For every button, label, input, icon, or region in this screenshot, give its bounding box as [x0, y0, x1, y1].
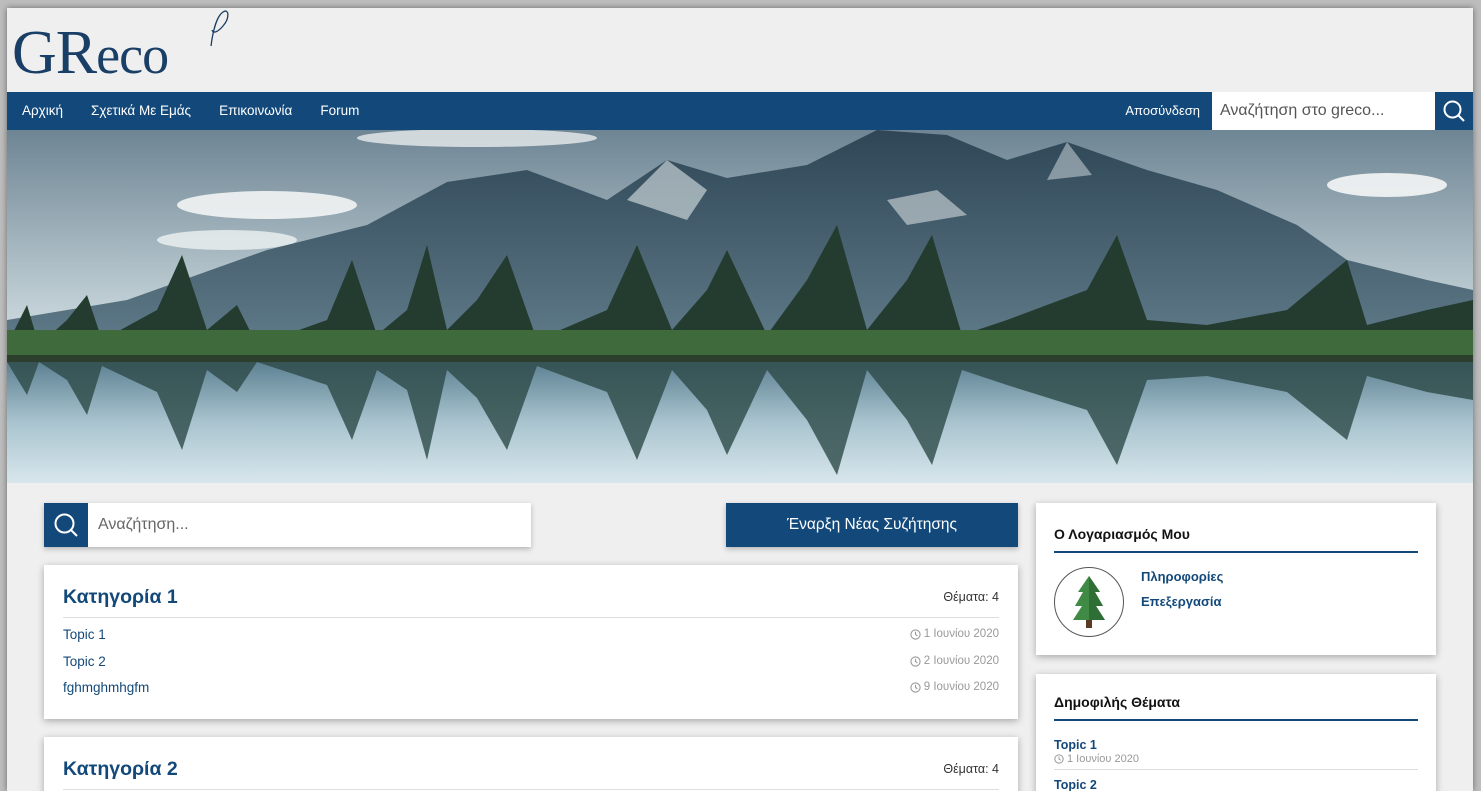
account-card: Ο Λογαριασμός Μου Πληροφορίες Επεξεργασί… — [1036, 503, 1436, 655]
nav-item-forum[interactable]: Forum — [305, 92, 372, 130]
category-card: Κατηγορία 1 Θέματα: 4 Topic 1 1 Ιουνίου … — [44, 565, 1018, 719]
account-info-link[interactable]: Πληροφορίες — [1141, 569, 1223, 584]
topic-row: Topic 1 1 Ιουνίου 2020 — [63, 623, 999, 647]
avatar[interactable] — [1054, 567, 1124, 637]
nav-right: Αποσύνδεση Αναζήτηση στο greco... — [1125, 92, 1473, 130]
clock-icon — [1054, 754, 1064, 764]
logout-link[interactable]: Αποσύνδεση — [1125, 92, 1212, 130]
topic-date: 1 Ιουνίου 2020 — [910, 628, 999, 640]
search-icon — [54, 513, 78, 537]
popular-topic-item: Topic 1 1 Ιουνίου 2020 — [1054, 738, 1418, 770]
popular-topic-title[interactable]: Topic 1 — [1054, 738, 1418, 752]
new-topic-button[interactable]: Έναρξη Νέας Συζήτησης — [726, 503, 1018, 547]
topic-date-text: 9 Ιουνίου 2020 — [923, 681, 999, 693]
topic-date: 2 Ιουνίου 2020 — [910, 655, 999, 667]
topic-title[interactable]: Topic 2 — [63, 654, 106, 669]
popular-topic-item: Topic 2 — [1054, 778, 1097, 791]
topic-date-text: 1 Ιουνίου 2020 — [923, 628, 999, 640]
browser-frame: GReco Αρχική Σχετικά Με Εμάς Επικοινωνία… — [7, 8, 1473, 791]
popular-topic-title[interactable]: Topic 2 — [1054, 778, 1097, 791]
top-search-button[interactable] — [1435, 92, 1473, 130]
site-logo[interactable]: GReco — [12, 14, 169, 92]
topic-row: fghmghmhgfm 9 Ιουνίου 2020 — [63, 676, 999, 700]
category-card: Κατηγορία 2 Θέματα: 4 — [44, 737, 1018, 791]
top-search-placeholder: Αναζήτηση στο greco... — [1220, 102, 1385, 119]
forum-search-box[interactable]: Αναζήτηση... — [44, 503, 531, 547]
topic-title[interactable]: fghmghmhgfm — [63, 680, 149, 695]
clock-icon — [910, 655, 921, 667]
main-navbar: Αρχική Σχετικά Με Εμάς Επικοινωνία Forum… — [7, 92, 1473, 130]
mountain-lake-image — [7, 130, 1473, 483]
logo-text-big: GR — [12, 19, 97, 87]
hero-banner-image — [7, 130, 1473, 483]
top-search-input[interactable]: Αναζήτηση στο greco... — [1212, 92, 1435, 130]
forum-search-button[interactable] — [44, 503, 88, 547]
topic-title[interactable]: Topic 1 — [63, 627, 106, 642]
popular-topic-date-text: 1 Ιουνίου 2020 — [1067, 753, 1139, 765]
account-edit-link[interactable]: Επεξεργασία — [1141, 594, 1222, 609]
category-header: Κατηγορία 2 Θέματα: 4 — [63, 754, 999, 790]
popular-topics-card: Δημοφιλής Θέματα Topic 1 1 Ιουνίου 2020 … — [1036, 674, 1436, 791]
popular-topic-date: 1 Ιουνίου 2020 — [1054, 753, 1418, 765]
search-icon — [1443, 100, 1465, 122]
forum-search-placeholder: Αναζήτηση... — [98, 516, 189, 533]
topic-row: Topic 2 2 Ιουνίου 2020 — [63, 650, 999, 674]
category-title[interactable]: Κατηγορία 1 — [63, 586, 178, 609]
pine-tree-icon — [1073, 576, 1105, 628]
category-title[interactable]: Κατηγορία 2 — [63, 758, 178, 781]
topic-date-text: 2 Ιουνίου 2020 — [923, 655, 999, 667]
clock-icon — [910, 628, 921, 640]
category-topic-count: Θέματα: 4 — [943, 762, 999, 776]
category-header: Κατηγορία 1 Θέματα: 4 — [63, 582, 999, 618]
clock-icon — [910, 681, 921, 693]
category-topic-count: Θέματα: 4 — [943, 590, 999, 604]
logo-swash-icon — [210, 10, 229, 47]
topic-date: 9 Ιουνίου 2020 — [910, 681, 999, 693]
nav-item-contact[interactable]: Επικοινωνία — [204, 92, 305, 130]
nav-item-about[interactable]: Σχετικά Με Εμάς — [76, 92, 204, 130]
nav-links: Αρχική Σχετικά Με Εμάς Επικοινωνία Forum — [7, 92, 372, 130]
account-card-title: Ο Λογαριασμός Μου — [1054, 526, 1418, 553]
nav-item-home[interactable]: Αρχική — [7, 92, 76, 130]
logo-text-small: eco — [96, 25, 169, 85]
popular-topics-title: Δημοφιλής Θέματα — [1054, 694, 1418, 721]
